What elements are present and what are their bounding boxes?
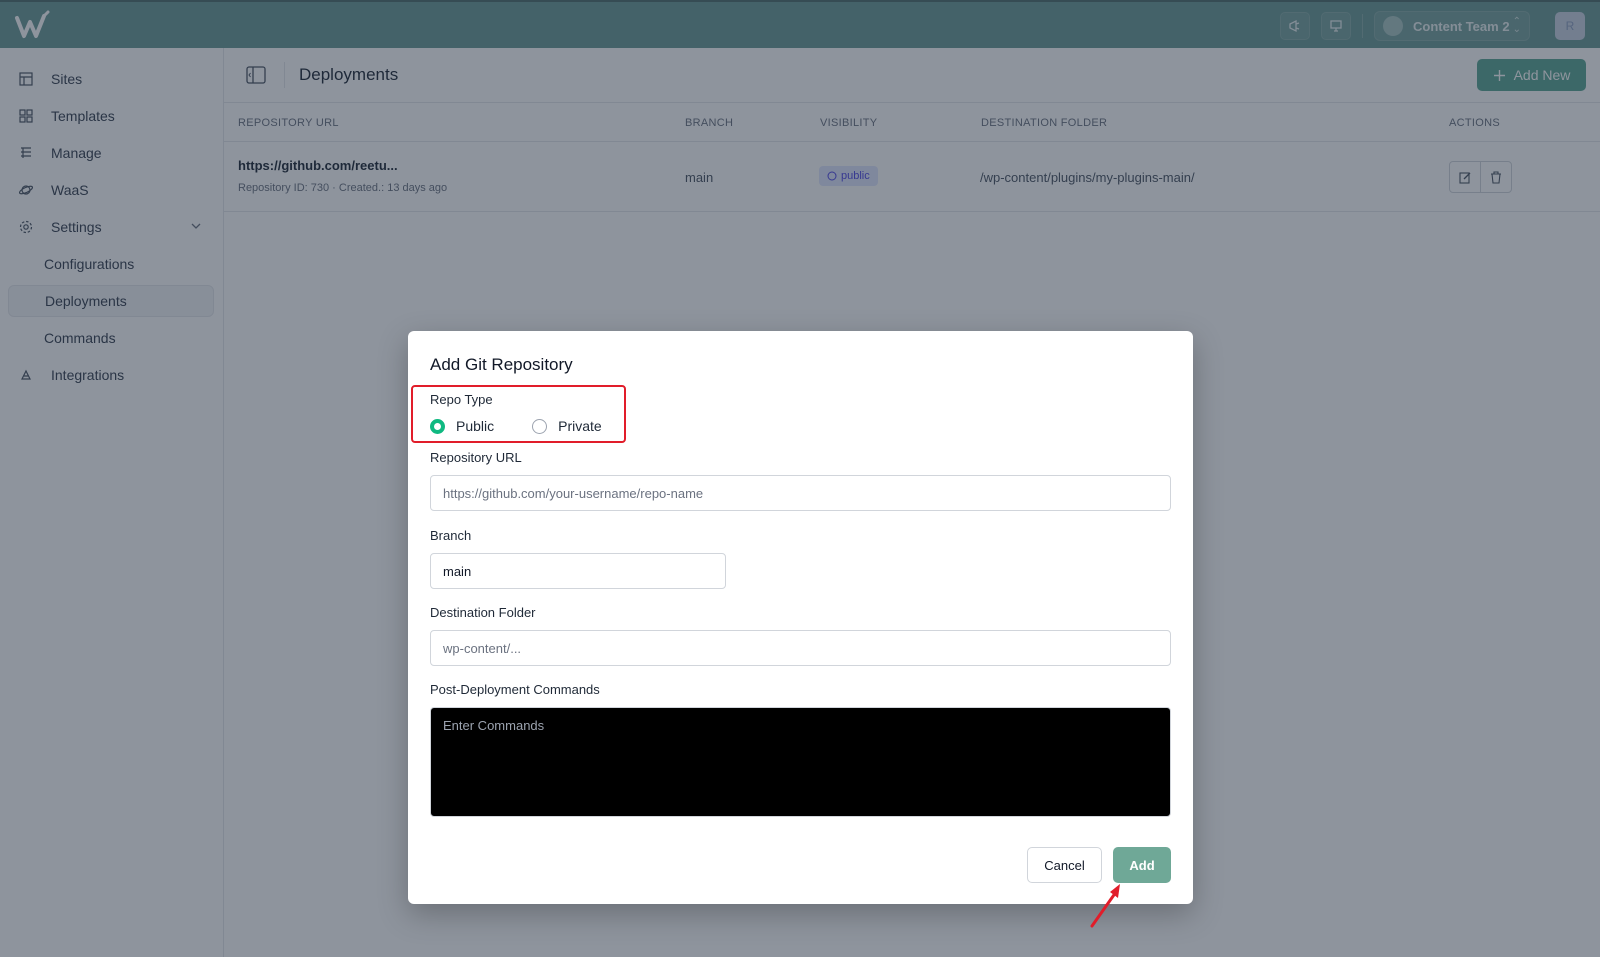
commands-textarea[interactable] [430, 707, 1171, 817]
cancel-button[interactable]: Cancel [1027, 847, 1102, 883]
repo-type-radio-group: Public Private [430, 418, 602, 434]
annotation-arrow [1090, 884, 1120, 928]
repo-url-input[interactable] [430, 475, 1171, 511]
branch-input[interactable] [430, 553, 726, 589]
public-radio[interactable] [430, 418, 445, 434]
destination-label: Destination Folder [430, 605, 536, 620]
commands-label: Post-Deployment Commands [430, 682, 600, 697]
add-repo-modal: Add Git Repository Repo Type Public Priv… [408, 331, 1193, 904]
add-button[interactable]: Add [1113, 847, 1171, 883]
modal-title: Add Git Repository [430, 355, 573, 374]
repo-type-label: Repo Type [430, 392, 493, 407]
destination-input[interactable] [430, 630, 1171, 666]
repo-url-label: Repository URL [430, 450, 522, 465]
private-radio[interactable] [532, 418, 548, 434]
branch-label: Branch [430, 528, 472, 543]
public-radio-label[interactable]: Public [456, 418, 494, 434]
private-radio-label[interactable]: Private [558, 418, 602, 434]
